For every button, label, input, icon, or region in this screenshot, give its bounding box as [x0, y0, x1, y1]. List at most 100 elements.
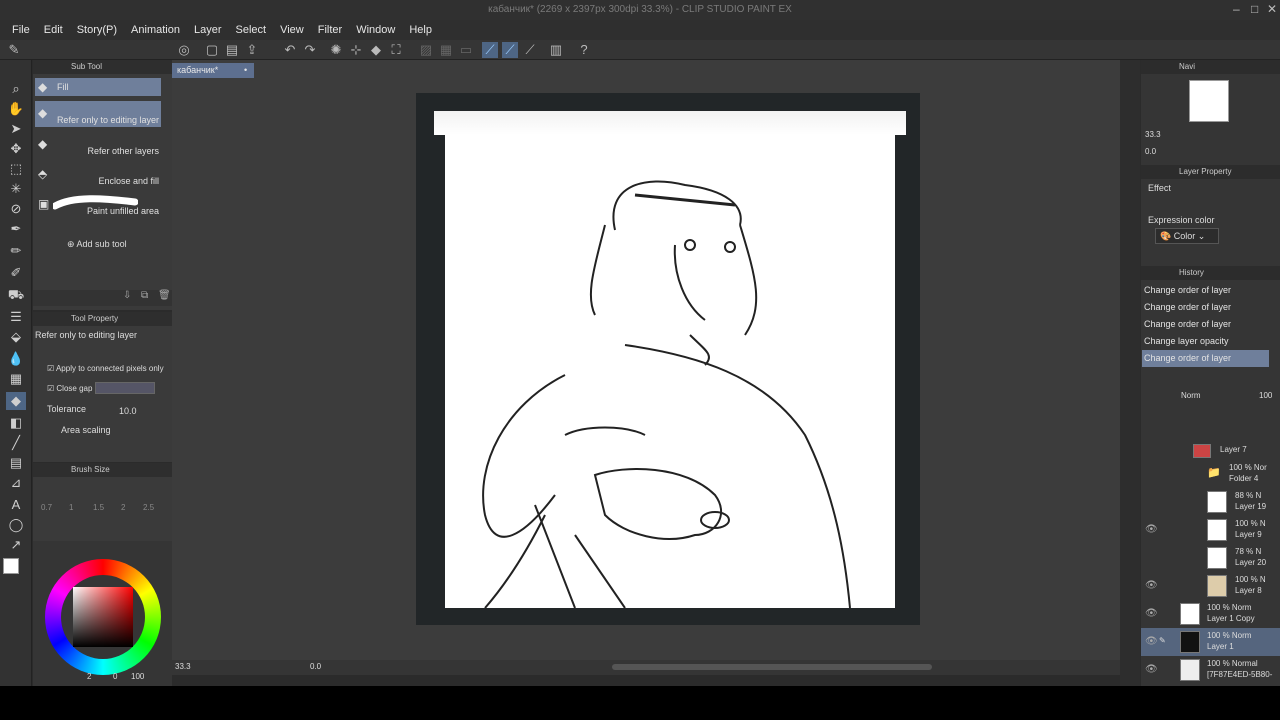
- snap-grid-icon[interactable]: ⟋: [522, 42, 538, 58]
- menu-window[interactable]: Window: [356, 24, 395, 36]
- decoration-icon[interactable]: ☰: [6, 308, 26, 326]
- brush-size-preset[interactable]: 0.7: [41, 503, 52, 512]
- menu-edit[interactable]: Edit: [44, 24, 63, 36]
- invert-icon[interactable]: ▦: [438, 42, 454, 58]
- brush-size-preset[interactable]: 2: [121, 503, 125, 512]
- menu-view[interactable]: View: [280, 24, 304, 36]
- history-item[interactable]: Change layer opacity: [1142, 333, 1269, 350]
- eraser-icon[interactable]: ⬙: [6, 328, 26, 346]
- new-icon[interactable]: ▢: [204, 42, 220, 58]
- save-icon[interactable]: ⇪: [244, 42, 260, 58]
- frame-icon[interactable]: ▤: [6, 454, 26, 472]
- copy-icon[interactable]: ⇩: [123, 290, 131, 301]
- redo-icon[interactable]: ↷: [302, 42, 318, 58]
- subtool-refer-editing[interactable]: ◆ Refer only to editing layer: [35, 101, 161, 127]
- nav-zoom[interactable]: 33.3: [1145, 130, 1161, 139]
- snap-special-icon[interactable]: ⟋: [502, 42, 518, 58]
- layer-row[interactable]: 👁 100 % N Layer 9: [1141, 516, 1280, 544]
- clear-icon[interactable]: ✺: [328, 42, 344, 58]
- layer-row[interactable]: 👁 100 % Norm Layer 1 Copy: [1141, 600, 1280, 628]
- fill-tool-icon[interactable]: ◆: [6, 392, 26, 410]
- ruler-icon[interactable]: ⊿: [6, 474, 26, 492]
- close-tab-icon[interactable]: •: [244, 63, 247, 78]
- layer-row[interactable]: 78 % N Layer 20: [1141, 544, 1280, 572]
- expression-color-select[interactable]: 🎨 Color ⌄: [1155, 228, 1219, 244]
- hand-icon[interactable]: ✋: [6, 100, 26, 118]
- history-item[interactable]: Change order of layer: [1142, 350, 1269, 367]
- eye-icon[interactable]: 👁: [1145, 636, 1158, 647]
- nav-angle[interactable]: 0.0: [1145, 147, 1156, 156]
- eye-icon[interactable]: 👁: [1145, 524, 1158, 535]
- eye-icon[interactable]: 👁: [1145, 608, 1158, 619]
- undo-icon[interactable]: ↶: [282, 42, 298, 58]
- menu-animation[interactable]: Animation: [131, 24, 180, 36]
- menu-filter[interactable]: Filter: [318, 24, 342, 36]
- close-icon[interactable]: ✕: [1267, 2, 1277, 16]
- layer-opacity[interactable]: 100: [1259, 391, 1272, 400]
- subtool-fill[interactable]: ◆ Fill: [35, 78, 161, 96]
- correct-line-icon[interactable]: ↗: [6, 536, 26, 554]
- trim-icon[interactable]: ⊹: [348, 42, 364, 58]
- layer-row[interactable]: 📁 100 % Nor Folder 4: [1141, 460, 1280, 488]
- subtool-refer-other[interactable]: ◆ Refer other layers: [35, 132, 161, 158]
- history-item[interactable]: Change order of layer: [1142, 299, 1269, 316]
- brush-size-preset[interactable]: 1.5: [93, 503, 104, 512]
- subtool-enclose[interactable]: ⬘ Enclose and fill: [35, 162, 161, 188]
- balloon-icon[interactable]: ◯: [6, 516, 26, 534]
- eyedropper-icon[interactable]: ⊘: [6, 200, 26, 218]
- marquee-icon[interactable]: ⬚: [6, 160, 26, 178]
- text-icon[interactable]: A: [6, 496, 26, 514]
- document-tab[interactable]: кабанчик* •: [172, 63, 254, 78]
- airbrush-icon[interactable]: ⛟: [6, 286, 26, 304]
- angle-readout[interactable]: 0.0: [310, 662, 321, 671]
- tolerance-value[interactable]: 10.0: [119, 406, 137, 416]
- area-scaling-label[interactable]: Area scaling: [61, 425, 111, 435]
- operation-icon[interactable]: ➤: [6, 120, 26, 138]
- menu-file[interactable]: File: [12, 24, 30, 36]
- canvas-paper[interactable]: [445, 135, 895, 609]
- trash-icon[interactable]: 🗑: [158, 290, 171, 301]
- add-subtool-button[interactable]: ⊕ Add sub tool: [67, 239, 127, 250]
- selection-icon[interactable]: ▭: [458, 42, 474, 58]
- mesh-icon[interactable]: ▦: [6, 370, 26, 388]
- gradient-icon[interactable]: ◧: [6, 414, 26, 432]
- layer-row[interactable]: 88 % N Layer 19: [1141, 488, 1280, 516]
- brush-size-preset[interactable]: 2.5: [143, 503, 154, 512]
- menu-select[interactable]: Select: [236, 24, 267, 36]
- transform-icon[interactable]: ⛶: [388, 42, 404, 58]
- menu-help[interactable]: Help: [409, 24, 432, 36]
- navigator-thumbnail[interactable]: [1189, 80, 1229, 122]
- layer-row[interactable]: Layer 7: [1141, 442, 1280, 460]
- sheet-icon[interactable]: ▥: [548, 42, 564, 58]
- pencil-icon[interactable]: ✏: [6, 242, 26, 260]
- history-item[interactable]: Change order of layer: [1142, 316, 1269, 333]
- pen-icon[interactable]: ✎: [6, 42, 22, 58]
- layer-row[interactable]: 👁 ✎ 100 % Norm Layer 1: [1141, 628, 1280, 656]
- duplicate-icon[interactable]: ⧉: [141, 290, 148, 301]
- subtool-unfilled[interactable]: ▣ Paint unfilled area: [35, 192, 161, 218]
- zoom-icon[interactable]: ⌕: [6, 80, 26, 98]
- minimize-icon[interactable]: –: [1233, 2, 1240, 16]
- brush-icon[interactable]: ✐: [6, 264, 26, 282]
- snap-ruler-icon[interactable]: ⟋: [482, 42, 498, 58]
- close-gap-checkbox[interactable]: ☑ Close gap: [47, 384, 92, 393]
- zoom-readout[interactable]: 33.3: [175, 662, 191, 671]
- figure-icon[interactable]: ╱: [6, 434, 26, 452]
- layer-row[interactable]: 👁 100 % Normal [7F87E4ED-5B80-: [1141, 656, 1280, 684]
- eye-icon[interactable]: 👁: [1145, 580, 1158, 591]
- menu-story[interactable]: Story(P): [77, 24, 117, 36]
- maximize-icon[interactable]: □: [1251, 2, 1258, 16]
- move-icon[interactable]: ✥: [6, 140, 26, 158]
- main-color-swatch[interactable]: [3, 558, 19, 574]
- horizontal-scrollbar[interactable]: [612, 664, 932, 670]
- fill-icon[interactable]: ◆: [368, 42, 384, 58]
- close-gap-setting[interactable]: [95, 382, 155, 394]
- saturation-square[interactable]: [73, 587, 133, 647]
- deselect-icon[interactable]: ▨: [418, 42, 434, 58]
- blend-icon[interactable]: 💧: [6, 350, 26, 368]
- history-item[interactable]: Change order of layer: [1142, 282, 1269, 299]
- open-icon[interactable]: ▤: [224, 42, 240, 58]
- help-icon[interactable]: ?: [576, 42, 592, 58]
- eye-icon[interactable]: 👁: [1145, 664, 1158, 675]
- layer-row[interactable]: 👁 100 % N Layer 8: [1141, 572, 1280, 600]
